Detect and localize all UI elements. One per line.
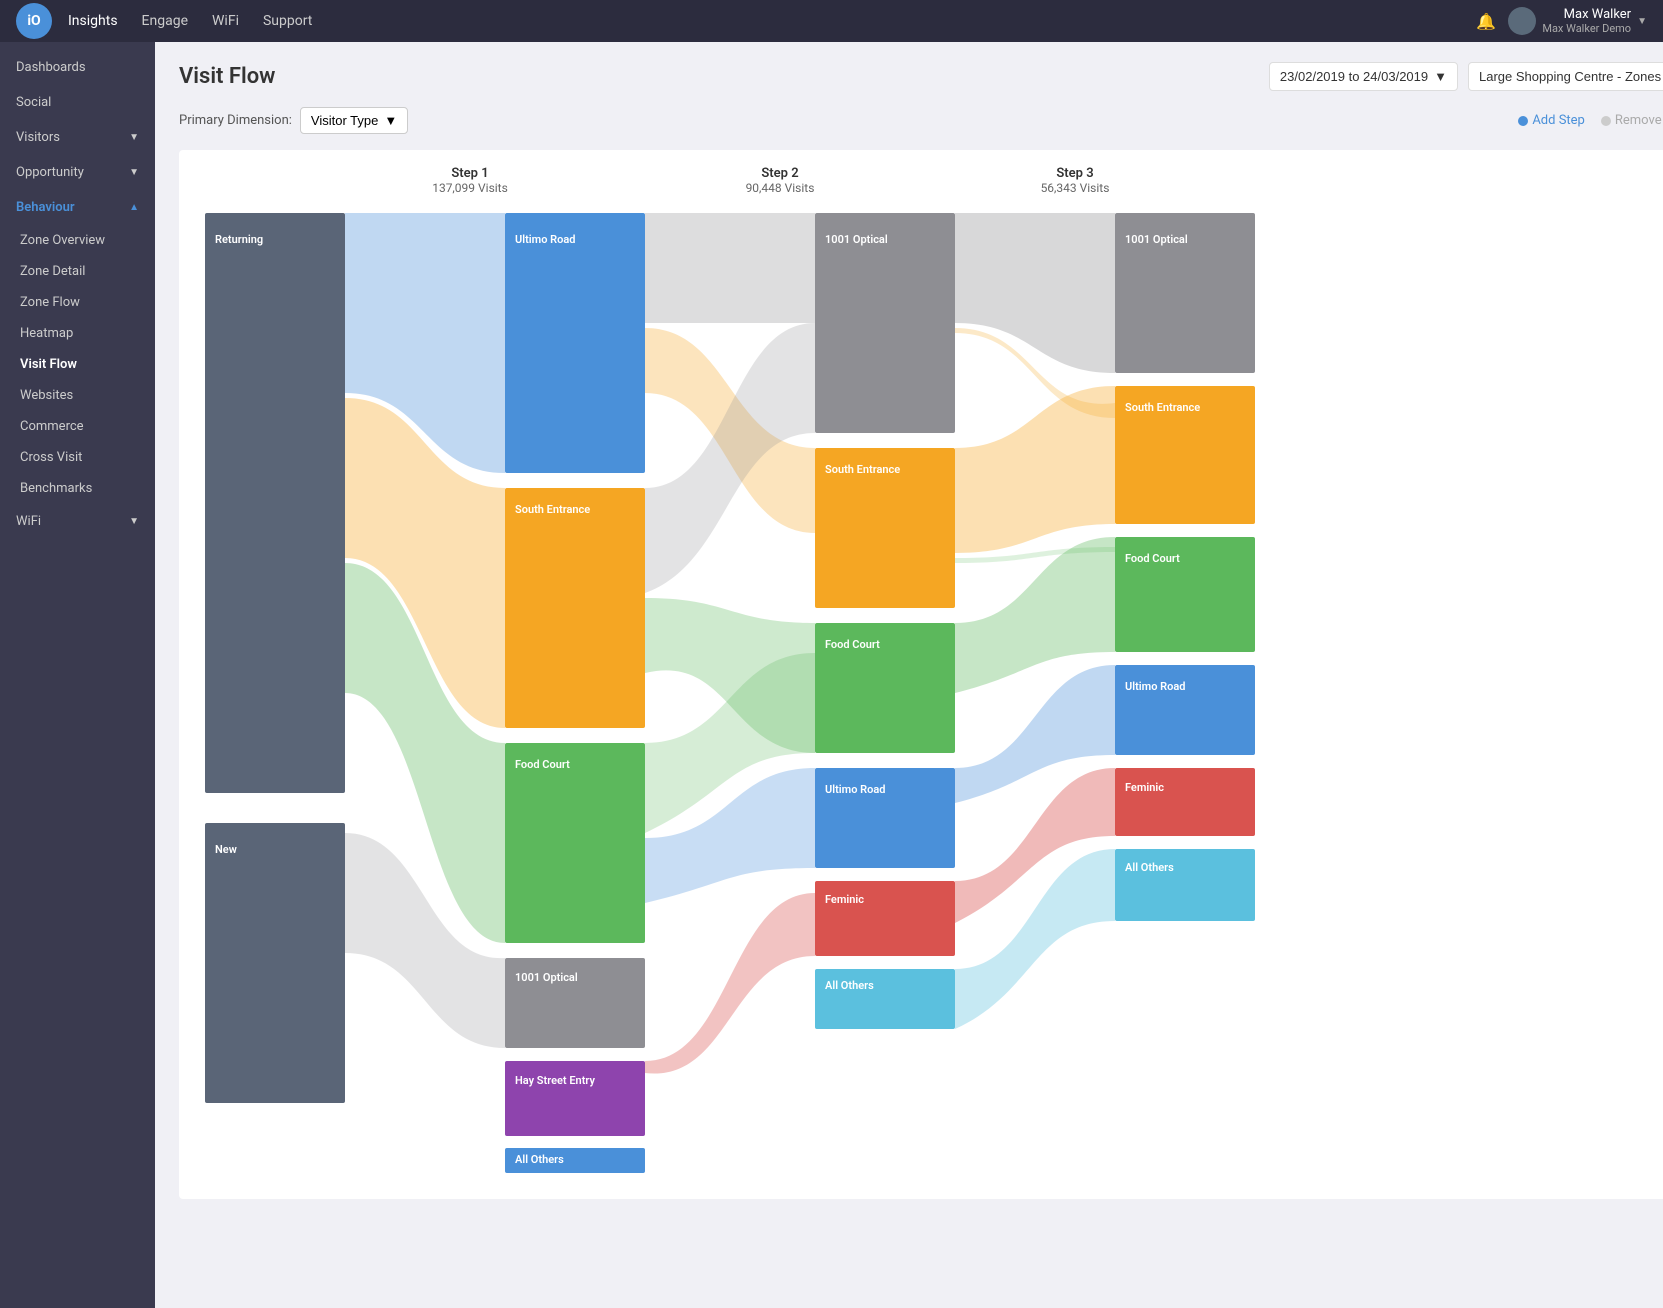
nav-wifi[interactable]: WiFi [212,13,239,29]
user-name: Max Walker [1542,7,1631,22]
nav-right: 🔔 Max Walker Max Walker Demo ▼ [1476,7,1647,35]
primary-dimension: Primary Dimension: Visitor Type ▼ [179,107,408,134]
sidebar-item-websites[interactable]: Websites [0,380,155,411]
header-controls: 23/02/2019 to 24/03/2019 ▼ Large Shoppin… [1269,62,1663,91]
node-s1-hay [505,1061,645,1136]
sidebar-item-zone-flow[interactable]: Zone Flow [0,287,155,318]
chevron-up-icon: ▲ [129,202,139,213]
date-range-dropdown[interactable]: 23/02/2019 to 24/03/2019 ▼ [1269,62,1458,91]
node-s3-feminic [1115,768,1255,836]
sidebar-item-benchmarks[interactable]: Benchmarks [0,473,155,504]
nav-support[interactable]: Support [263,13,312,29]
node-s1-others [505,1148,645,1173]
sidebar-item-commerce[interactable]: Commerce [0,411,155,442]
flow-s2oth-s3oth [955,849,1115,1029]
sidebar-item-social[interactable]: Social [0,85,155,120]
chevron-down-icon: ▼ [129,167,139,178]
remove-step-button[interactable]: Remove Step [1601,113,1663,128]
flow-s2op-s3op [955,213,1115,373]
nav-engage[interactable]: Engage [142,13,188,29]
sidebar-item-dashboards[interactable]: Dashboards [0,50,155,85]
sidebar: Dashboards Social Visitors ▼ Opportunity… [0,42,155,1308]
node-s2-feminic [815,881,955,956]
user-demo: Max Walker Demo [1542,22,1631,35]
flow-s1ul-s2op [645,213,815,323]
location-dropdown[interactable]: Large Shopping Centre - Zones ▼ [1468,62,1663,91]
node-s3-south [1115,386,1255,524]
visitor-type-select[interactable]: Visitor Type ▼ [300,107,408,134]
chevron-down-icon: ▼ [1637,16,1647,27]
node-s1-ultimo [505,213,645,473]
node-s3-others [1115,849,1255,921]
main-content: Visit Flow 23/02/2019 to 24/03/2019 ▼ La… [155,42,1663,1308]
app-logo: iO [16,3,52,39]
sidebar-item-zone-detail[interactable]: Zone Detail [0,256,155,287]
node-s2-others [815,969,955,1029]
node-new [205,823,345,1103]
node-s2-ultimo [815,768,955,868]
sidebar-item-wifi[interactable]: WiFi ▼ [0,504,155,539]
step3-header: Step 3 56,343 Visits [975,166,1175,195]
node-returning [205,213,345,793]
step1-header: Step 1 137,099 Visits [365,166,575,195]
remove-step-dot [1601,116,1611,126]
node-s1-optical [505,958,645,1048]
sidebar-item-opportunity[interactable]: Opportunity ▼ [0,155,155,190]
top-navigation: iO Insights Engage WiFi Support 🔔 Max Wa… [0,0,1663,42]
flow-s1hay-s2fem [645,893,815,1074]
page-header: Visit Flow 23/02/2019 to 24/03/2019 ▼ La… [179,62,1663,91]
add-step-dot [1518,116,1528,126]
sidebar-item-visitors[interactable]: Visitors ▼ [0,120,155,155]
add-step-button[interactable]: Add Step [1518,113,1585,128]
sidebar-item-visit-flow[interactable]: Visit Flow [0,349,155,380]
chevron-down-icon: ▼ [129,132,139,143]
node-s2-food [815,623,955,753]
node-s2-optical [815,213,955,433]
sidebar-item-behaviour[interactable]: Behaviour ▲ [0,190,155,225]
page-title: Visit Flow [179,64,275,89]
chevron-down-icon: ▼ [129,516,139,527]
sidebar-item-zone-overview[interactable]: Zone Overview [0,225,155,256]
node-s3-ultimo [1115,665,1255,755]
node-s2-south [815,448,955,608]
chart-container: Step 1 137,099 Visits Step 2 90,448 Visi… [179,150,1663,1199]
nav-insights[interactable]: Insights [68,13,118,29]
node-s1-food [505,743,645,943]
sankey-chart: Returning New Ultimo Road South Entrance… [195,203,1663,1183]
sidebar-item-heatmap[interactable]: Heatmap [0,318,155,349]
bell-icon[interactable]: 🔔 [1476,12,1496,31]
toolbar-right: Add Step Remove Step [1518,113,1663,128]
node-s3-optical [1115,213,1255,373]
nav-links: Insights Engage WiFi Support [68,13,1476,29]
chevron-down-icon: ▼ [1434,69,1447,84]
toolbar: Primary Dimension: Visitor Type ▼ Add St… [179,107,1663,134]
chevron-down-icon: ▼ [384,113,397,128]
steps-header: Step 1 137,099 Visits Step 2 90,448 Visi… [195,166,1663,195]
sidebar-item-cross-visit[interactable]: Cross Visit [0,442,155,473]
node-s3-food [1115,537,1255,652]
node-s1-south [505,488,645,728]
step2-header: Step 2 90,448 Visits [665,166,895,195]
user-profile[interactable]: Max Walker Max Walker Demo ▼ [1508,7,1647,35]
